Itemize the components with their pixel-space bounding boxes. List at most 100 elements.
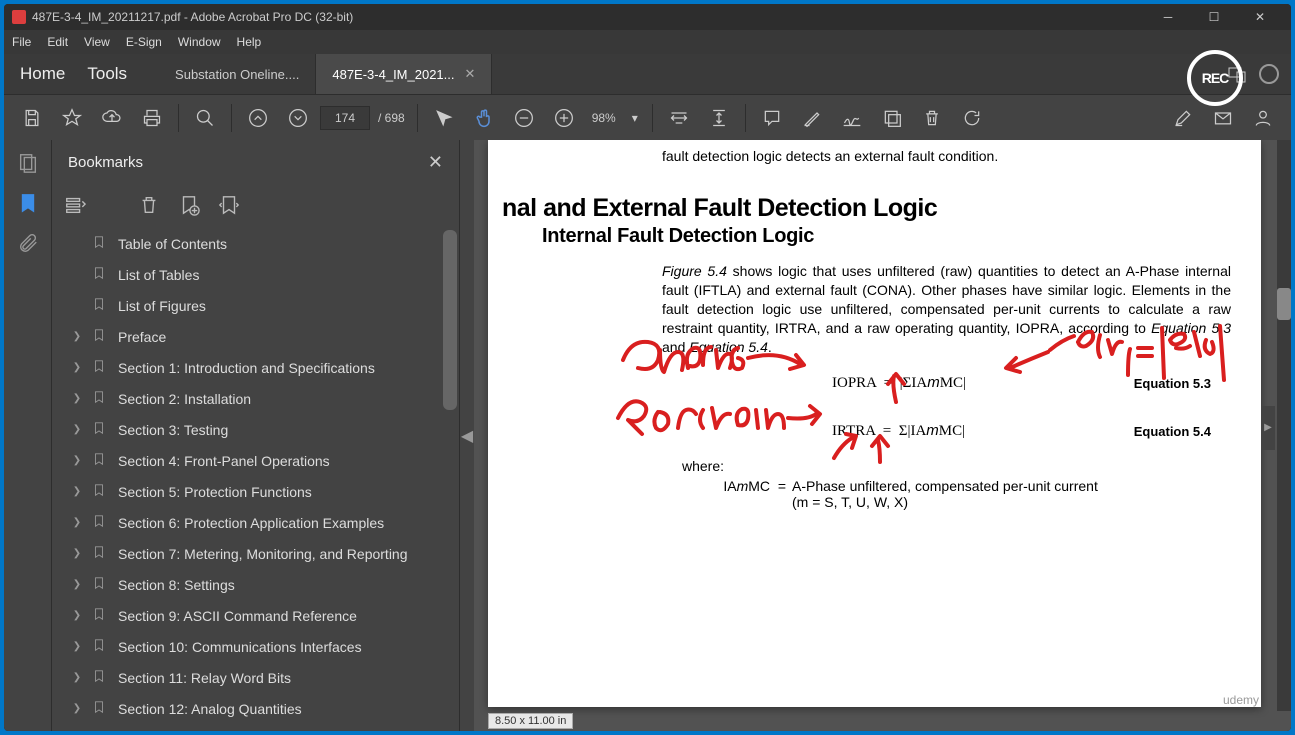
bookmark-item[interactable]: ❯Preface [68,321,451,352]
tab-substation[interactable]: Substation Oneline.... [159,54,316,94]
bookmark-item[interactable]: ❯ Section 8: Settings [68,569,451,600]
bookmark-item[interactable]: ❯Section 9: ASCII Command Reference [68,600,451,631]
trash-bookmark-icon[interactable] [138,194,162,218]
bookmark-ribbon-icon [92,668,112,687]
chevron-right-icon[interactable]: ❯ [68,424,86,435]
scrollbar-thumb[interactable] [1277,288,1291,320]
main-area: Bookmarks ✕ Table of ContentsList of Tab… [4,140,1291,731]
maximize-button[interactable]: ☐ [1191,4,1237,30]
fit-page-icon[interactable] [701,100,737,136]
chevron-right-icon[interactable]: ❯ [68,703,86,714]
star-icon[interactable] [54,100,90,136]
close-panel-icon[interactable]: ✕ [428,152,443,173]
chevron-right-icon[interactable]: ❯ [68,517,86,528]
bookmarks-icon[interactable] [17,192,39,214]
bookmark-label: Section 5: Protection Functions [118,484,451,500]
home-button[interactable]: Home [20,64,65,84]
bookmark-ribbon-icon [92,699,112,718]
account-icon[interactable] [1245,100,1281,136]
tools-button[interactable]: Tools [87,64,127,84]
delete-icon[interactable] [914,100,950,136]
window-title: 487E-3-4_IM_20211217.pdf - Adobe Acrobat… [32,10,1145,24]
fit-width-icon[interactable] [661,100,697,136]
add-bookmark-icon[interactable] [178,194,202,218]
comment-icon[interactable] [754,100,790,136]
where-heading: where: [682,458,1231,474]
left-rail [4,140,52,731]
bookmark-item[interactable]: List of Figures [68,290,451,321]
menu-edit[interactable]: Edit [47,35,68,49]
chevron-right-icon[interactable]: ❯ [68,486,86,497]
equation-2-label: Equation 5.4 [1134,424,1231,439]
heading-sub: Internal Fault Detection Logic [542,225,1231,248]
sign-icon[interactable] [834,100,870,136]
menu-help[interactable]: Help [237,35,262,49]
hand-tool-icon[interactable] [466,100,502,136]
highlight-icon[interactable] [794,100,830,136]
bookmark-item[interactable]: ❯ Section 12: Analog Quantities [68,693,451,724]
zoom-in-icon[interactable] [546,100,582,136]
menu-file[interactable]: File [12,35,31,49]
help-badge-icon[interactable] [1259,64,1279,84]
menubar: File Edit View E-Sign Window Help [4,30,1291,54]
page-total-label: / 698 [378,111,405,125]
close-tab-icon[interactable]: ✕ [465,66,476,82]
expand-bookmark-icon[interactable] [218,194,242,218]
find-icon[interactable] [187,100,223,136]
zoom-dropdown-icon[interactable]: ▾ [632,111,638,125]
rotate-icon[interactable] [954,100,990,136]
chevron-right-icon[interactable]: ❯ [68,610,86,621]
attachments-icon[interactable] [17,232,39,254]
sidebar-scrollbar[interactable] [443,230,457,410]
menu-window[interactable]: Window [178,35,221,49]
print-icon[interactable] [134,100,170,136]
options-icon[interactable] [64,194,88,218]
thumbnails-icon[interactable] [17,152,39,174]
bookmark-item[interactable]: ❯Section 10: Communications Interfaces [68,631,451,662]
page-down-icon[interactable] [280,100,316,136]
bookmark-ribbon-icon [92,575,112,594]
save-icon[interactable] [14,100,50,136]
select-arrow-icon[interactable] [426,100,462,136]
bookmark-item[interactable]: List of Tables [68,259,451,290]
bookmark-item[interactable]: ❯Section 3: Testing [68,414,451,445]
bookmark-item[interactable]: ❯Section 1: Introduction and Specificati… [68,352,451,383]
minimize-button[interactable]: ─ [1145,4,1191,30]
page-up-icon[interactable] [240,100,276,136]
bookmark-item[interactable]: ❯Section 11: Relay Word Bits [68,662,451,693]
bookmark-item[interactable]: ❯Section 7: Metering, Monitoring, and Re… [68,538,451,569]
zoom-level[interactable]: 98% [592,111,616,125]
document-viewport[interactable]: fault detection logic detects an externa… [474,140,1291,731]
chevron-right-icon[interactable]: ❯ [68,672,86,683]
bookmark-item[interactable]: ❯Section 6: Protection Application Examp… [68,507,451,538]
bookmark-item[interactable]: ❯Section 4: Front-Panel Operations [68,445,451,476]
menu-view[interactable]: View [84,35,110,49]
chevron-right-icon[interactable]: ❯ [68,331,86,342]
chevron-right-icon[interactable]: ❯ [68,362,86,373]
bookmark-label: Section 8: Settings [118,577,451,593]
stamp-icon[interactable] [874,100,910,136]
bookmarks-list[interactable]: Table of ContentsList of TablesList of F… [52,228,459,731]
cloud-upload-icon[interactable] [94,100,130,136]
bookmark-item[interactable]: ❯ Section 5: Protection Functions [68,476,451,507]
page-number-input[interactable] [320,106,370,130]
bookmark-item[interactable]: ❯Section 2: Installation [68,383,451,414]
collapse-right-icon[interactable]: ▶ [1261,406,1275,450]
chevron-right-icon[interactable]: ❯ [68,393,86,404]
chevron-right-icon[interactable]: ❯ [68,579,86,590]
menu-esign[interactable]: E-Sign [126,35,162,49]
edit-icon[interactable] [1165,100,1201,136]
zoom-out-icon[interactable] [506,100,542,136]
collapse-sidebar-icon[interactable]: ◀ [460,140,474,731]
chevron-right-icon[interactable]: ❯ [68,641,86,652]
bookmark-item[interactable]: Table of Contents [68,228,451,259]
close-window-button[interactable]: ✕ [1237,4,1283,30]
chevron-right-icon[interactable]: ❯ [68,548,86,559]
document-tabs: Substation Oneline.... 487E-3-4_IM_2021.… [159,54,492,94]
tab-active-doc[interactable]: 487E-3-4_IM_2021...✕ [316,54,492,94]
equation-1-label: Equation 5.3 [1134,376,1231,391]
chevron-right-icon[interactable]: ❯ [68,455,86,466]
where-term: IAmMC = [702,478,786,510]
vertical-scrollbar[interactable] [1277,140,1291,711]
bookmark-label: Section 12: Analog Quantities [118,701,451,717]
